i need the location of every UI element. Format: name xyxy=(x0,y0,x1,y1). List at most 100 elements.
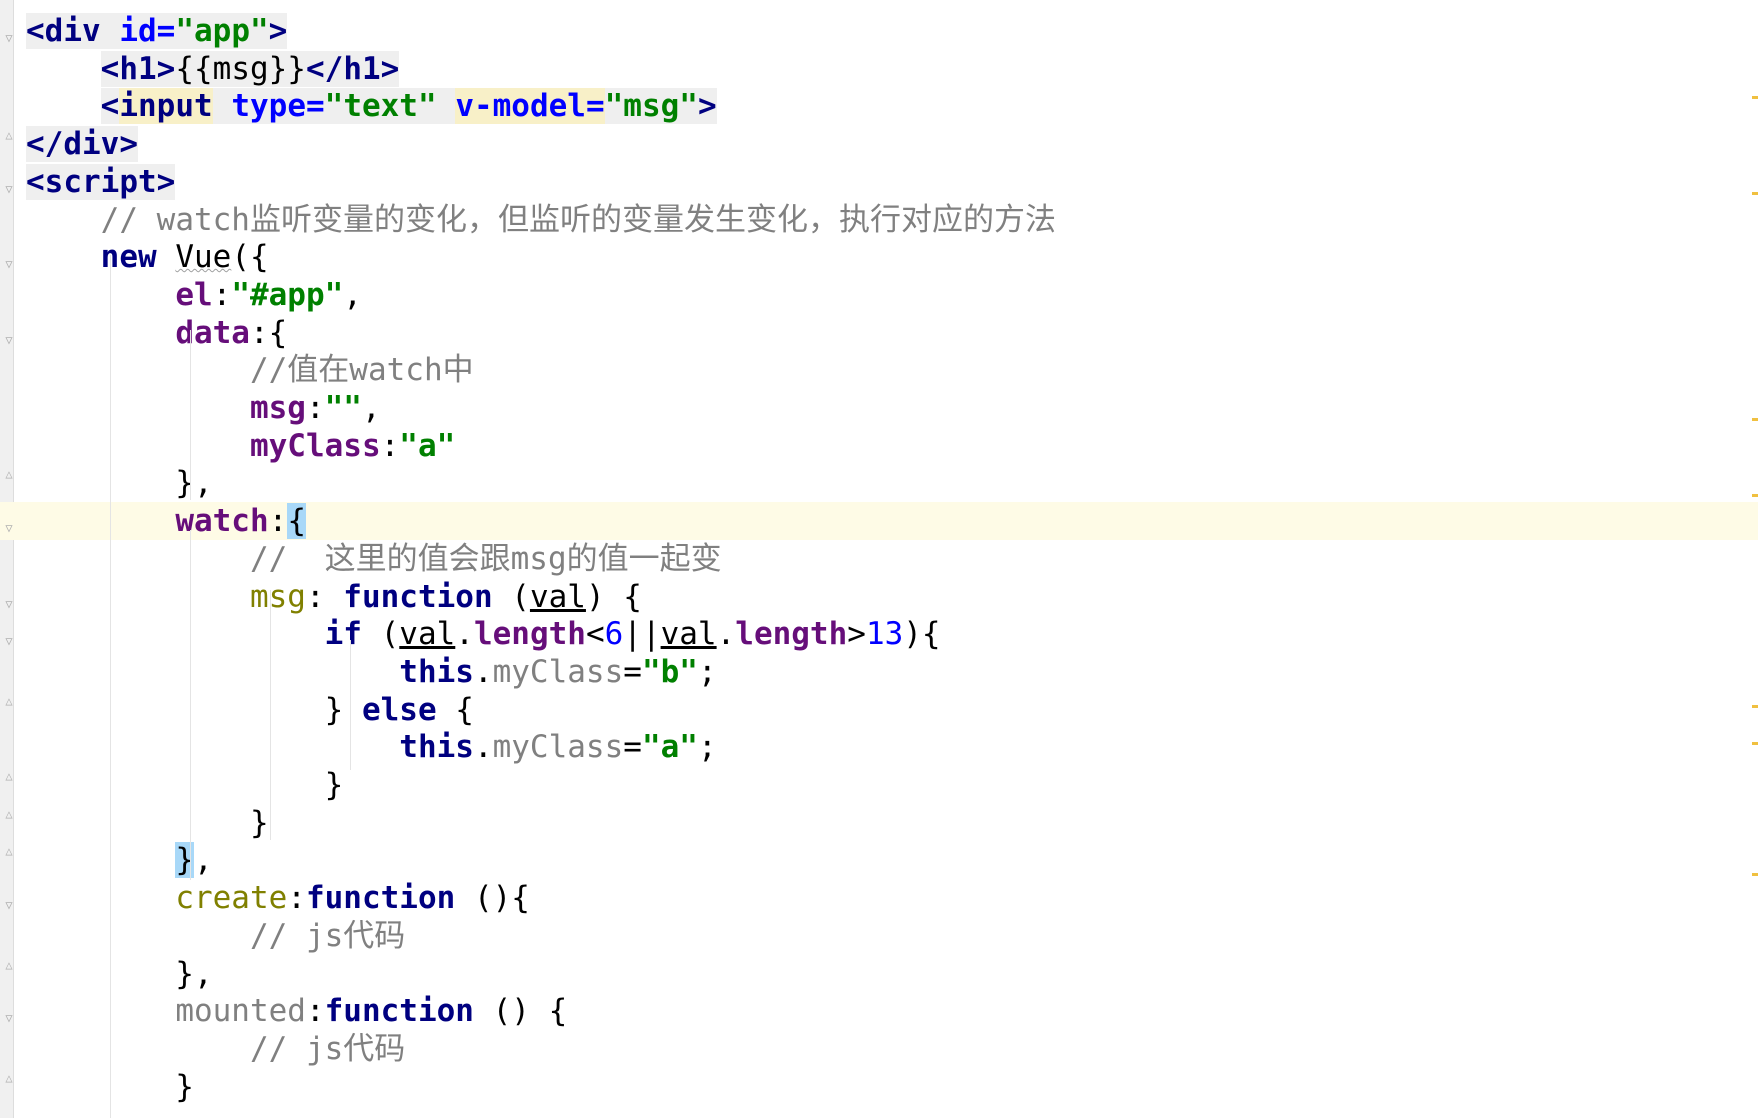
scrollbar-marker[interactable] xyxy=(1752,418,1758,421)
code-line[interactable]: ▽ if (val.length<6||val.length>13){ xyxy=(0,615,1758,653)
code-token: val xyxy=(529,578,586,615)
code-token: || xyxy=(623,616,661,653)
code-line[interactable]: // 这里的值会跟msg的值一起变 xyxy=(0,540,1758,578)
code-line[interactable]: ▽ msg: function (val) { xyxy=(0,578,1758,616)
fold-close-icon[interactable]: △ xyxy=(2,806,16,822)
code-line[interactable]: ▽ watch:{ xyxy=(0,502,1758,541)
scrollbar-marker[interactable] xyxy=(1752,705,1758,708)
code-token: ({ xyxy=(231,239,269,276)
code-line[interactable]: myClass:"a" xyxy=(0,427,1758,465)
code-token: data xyxy=(175,314,250,351)
code-line[interactable]: msg:"", xyxy=(0,389,1758,427)
fold-open-icon[interactable]: ▽ xyxy=(2,30,16,46)
scrollbar-marker[interactable] xyxy=(1752,742,1758,745)
code-token: "text" xyxy=(324,88,437,125)
scrollbar-marker[interactable] xyxy=(1752,494,1758,497)
code-line[interactable]: ▽ new Vue({ xyxy=(0,238,1758,276)
scrollbar-marker[interactable] xyxy=(1752,192,1758,195)
fold-close-icon[interactable]: △ xyxy=(2,1070,16,1086)
code-token: length xyxy=(473,616,586,653)
code-line[interactable]: //值在watch中 xyxy=(0,351,1758,389)
code-line[interactable]: △ } xyxy=(0,1068,1758,1106)
code-token: ){ xyxy=(903,616,941,653)
code-token: el xyxy=(175,276,213,313)
indent-guide xyxy=(110,255,111,1118)
code-line[interactable]: △ }, xyxy=(0,841,1758,879)
code-token: > xyxy=(156,163,176,200)
fold-open-icon[interactable]: ▽ xyxy=(2,181,16,197)
code-line[interactable]: this.myClass="b"; xyxy=(0,653,1758,691)
code-line[interactable]: △ </div> xyxy=(0,125,1758,163)
code-token: if xyxy=(324,616,362,653)
code-text: // js代码 xyxy=(26,1030,405,1068)
code-token xyxy=(100,13,120,49)
code-line[interactable]: el:"#app", xyxy=(0,276,1758,314)
scrollbar-marker[interactable] xyxy=(1752,96,1758,99)
code-token: 13 xyxy=(865,616,904,653)
code-text: // watch监听变量的变化，但监听的变量发生变化，执行对应的方法 xyxy=(26,201,1056,239)
code-line[interactable]: △ } xyxy=(0,804,1758,842)
code-token: "msg" xyxy=(604,88,698,125)
code-token: : xyxy=(305,578,344,615)
code-token: function xyxy=(324,993,474,1030)
code-line[interactable]: // js代码 xyxy=(0,1030,1758,1068)
fold-close-icon[interactable]: △ xyxy=(2,768,16,784)
code-token: < xyxy=(100,88,120,125)
scrollbar-marker[interactable] xyxy=(1752,873,1758,876)
code-text: <input type="text" v-model="msg"> xyxy=(26,87,717,125)
fold-close-icon[interactable]: △ xyxy=(2,127,16,143)
code-token: length xyxy=(735,616,848,653)
code-token: myClass xyxy=(249,427,381,464)
code-line[interactable]: ▽ <script> xyxy=(0,163,1758,201)
code-line[interactable]: ▽ mounted:function () { xyxy=(0,992,1758,1030)
fold-open-icon[interactable]: ▽ xyxy=(2,633,16,649)
code-token: (){ xyxy=(455,880,530,917)
code-editor[interactable]: ▽ <div id="app"> <h1>{{msg}}</h1> <input … xyxy=(0,0,1758,1118)
indent-guide xyxy=(190,530,191,880)
code-token: myClass xyxy=(492,729,624,766)
code-line[interactable]: ▽ data:{ xyxy=(0,314,1758,352)
code-token: } xyxy=(175,842,194,879)
code-token: h1 xyxy=(343,50,381,87)
code-token: 的值一起变 xyxy=(566,540,722,577)
code-text: } xyxy=(26,804,269,842)
code-token: : xyxy=(268,503,288,540)
code-token: val xyxy=(660,616,717,653)
code-line[interactable]: <input type="text" v-model="msg"> xyxy=(0,87,1758,125)
fold-open-icon[interactable]: ▽ xyxy=(2,596,16,612)
code-line[interactable]: // watch监听变量的变化，但监听的变量发生变化，执行对应的方法 xyxy=(0,201,1758,239)
fold-open-icon[interactable]: ▽ xyxy=(2,1010,16,1026)
fold-open-icon[interactable]: ▽ xyxy=(2,332,16,348)
code-token: // xyxy=(26,1030,306,1067)
code-line[interactable]: this.myClass="a"; xyxy=(0,728,1758,766)
code-line[interactable]: ▽ create:function (){ xyxy=(0,879,1758,917)
code-line[interactable]: △ } xyxy=(0,766,1758,804)
code-token: : xyxy=(305,993,325,1030)
code-line[interactable]: △ }, xyxy=(0,464,1758,502)
code-line[interactable]: <h1>{{msg}}</h1> xyxy=(0,50,1758,88)
code-token: 6 xyxy=(604,616,624,653)
code-text: if (val.length<6||val.length>13){ xyxy=(26,615,941,653)
fold-close-icon[interactable]: △ xyxy=(2,957,16,973)
fold-open-icon[interactable]: ▽ xyxy=(2,520,16,536)
code-text: }, xyxy=(26,841,213,879)
code-token: ; xyxy=(697,653,717,690)
code-line[interactable]: △ }, xyxy=(0,955,1758,993)
fold-open-icon[interactable]: ▽ xyxy=(2,897,16,913)
code-line[interactable]: △ } else { xyxy=(0,691,1758,729)
code-token: > xyxy=(697,88,717,125)
indent-guide xyxy=(270,590,271,840)
code-line[interactable]: ▽ <div id="app"> xyxy=(0,12,1758,50)
fold-open-icon[interactable]: ▽ xyxy=(2,256,16,272)
fold-close-icon[interactable]: △ xyxy=(2,693,16,709)
code-token: val xyxy=(399,616,456,653)
code-text: </div> xyxy=(26,125,138,163)
fold-close-icon[interactable]: △ xyxy=(2,466,16,482)
code-line[interactable]: // js代码 xyxy=(0,917,1758,955)
fold-close-icon[interactable]: △ xyxy=(2,843,16,859)
